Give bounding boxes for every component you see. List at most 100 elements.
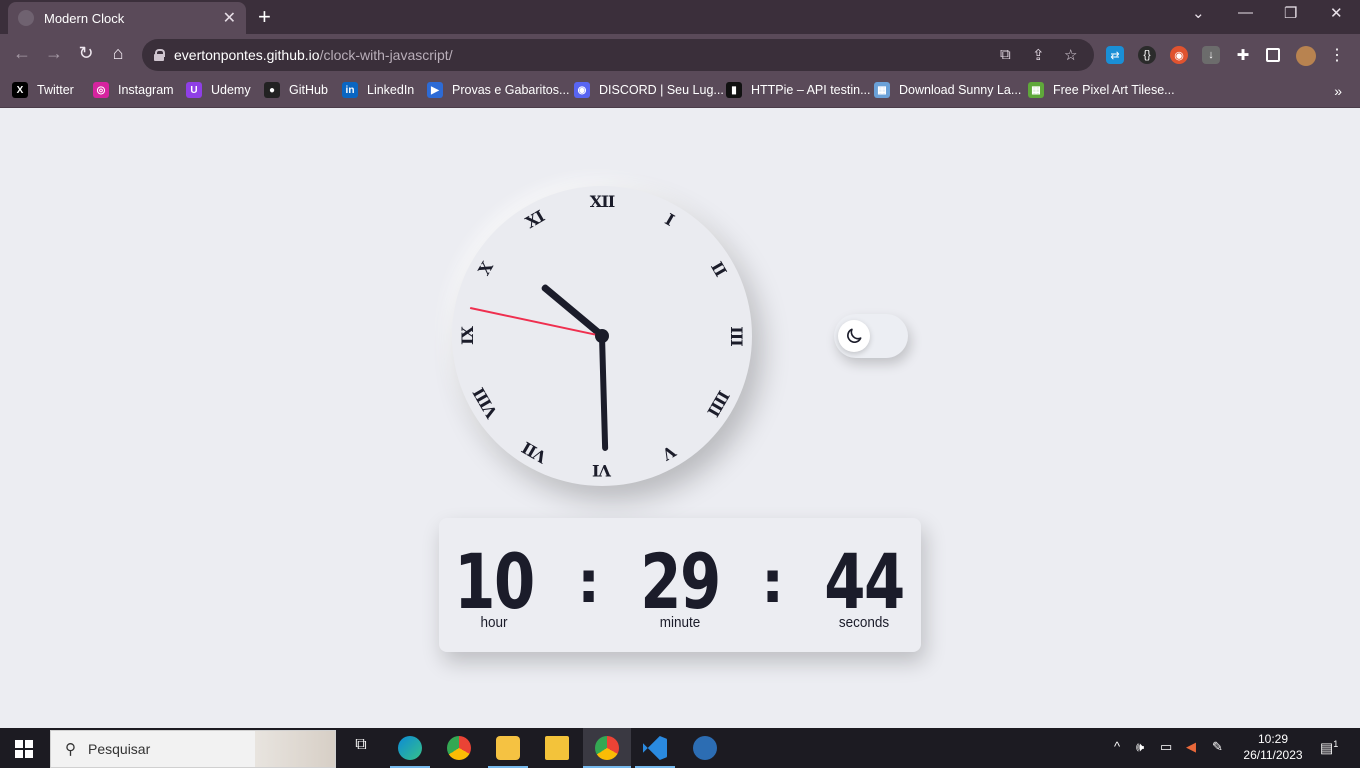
bookmark-label: GitHub: [289, 83, 328, 97]
share-icon[interactable]: ⇪: [1032, 46, 1045, 64]
bookmark-label: Twitter: [37, 83, 74, 97]
folder-icon[interactable]: [545, 736, 569, 760]
time-separator: :: [577, 548, 601, 616]
notification-count: 1: [1333, 739, 1339, 749]
sidepanel-icon[interactable]: [1266, 48, 1280, 62]
avatar[interactable]: [1296, 46, 1316, 66]
bookmark-label: Instagram: [118, 83, 174, 97]
bookmark-label: DISCORD | Seu Lug...: [599, 83, 724, 97]
page-content: XI X IX VIII VII VI V IIII III II I XII 10 hour : 2…: [0, 108, 1360, 728]
theme-toggle[interactable]: [834, 314, 908, 358]
extension-icon[interactable]: ◉: [1170, 46, 1188, 64]
seconds-group: 44 seconds: [809, 537, 919, 632]
address-bar[interactable]: evertonpontes.github.io/clock-with-javas…: [142, 39, 1094, 71]
globe-icon: [18, 10, 34, 26]
bookmark-icon: U: [186, 82, 202, 98]
restore-button[interactable]: ❐: [1284, 4, 1297, 22]
bookmarks-overflow-button[interactable]: »: [1334, 83, 1342, 99]
bookmark-item[interactable]: ◎ Instagram: [93, 82, 174, 98]
bookmark-item[interactable]: ▮ HTTPie – API testin...: [726, 82, 871, 98]
digital-clock: 10 hour : 29 minute : 44 seconds: [439, 518, 921, 652]
vscode-icon[interactable]: [643, 736, 667, 760]
seconds-label: seconds: [838, 614, 890, 631]
bookmark-item[interactable]: ▦ Free Pixel Art Tilese...: [1028, 82, 1175, 98]
tab-title: Modern Clock: [44, 10, 125, 26]
bookmark-item[interactable]: ▶ Provas e Gabaritos...: [427, 82, 569, 98]
extension-icon[interactable]: {}: [1138, 46, 1156, 64]
bookmark-icon: ◎: [93, 82, 109, 98]
hour-value: 10: [454, 537, 535, 626]
analog-clock: XI X IX VIII VII VI V IIII III II I XII: [452, 186, 752, 486]
download-icon[interactable]: ↓: [1202, 46, 1220, 64]
app-icon[interactable]: [693, 736, 717, 760]
chevron-up-icon[interactable]: ^: [1114, 739, 1120, 754]
bookmark-item[interactable]: ◉ DISCORD | Seu Lug...: [574, 82, 724, 98]
forward-button[interactable]: →: [42, 43, 66, 64]
close-tab-icon[interactable]: ✕: [223, 8, 236, 28]
bookmark-icon: ▦: [1028, 82, 1044, 98]
speaker-icon[interactable]: 🕪: [1136, 739, 1144, 755]
time-separator: :: [761, 548, 785, 616]
new-tab-button[interactable]: +: [258, 4, 271, 30]
bookmark-icon: in: [342, 82, 358, 98]
minimize-button[interactable]: —: [1238, 4, 1253, 21]
chrome-icon[interactable]: [447, 736, 471, 760]
bookmark-item[interactable]: ● GitHub: [264, 82, 328, 98]
windows-taskbar: ⚲ Pesquisar ⧉ ^ 🕪 ▭ ◀ ✎ 10:29 26/11/2023…: [0, 728, 1360, 768]
bookmark-label: Download Sunny La...: [899, 83, 1022, 97]
pen-icon[interactable]: ✎: [1212, 739, 1223, 755]
bookmark-label: Free Pixel Art Tilese...: [1053, 83, 1175, 97]
volume-icon[interactable]: ◀: [1186, 739, 1196, 755]
moon-icon: [838, 320, 870, 352]
chrome-profile-icon[interactable]: [595, 736, 619, 760]
numeral-text: XII: [589, 192, 615, 211]
system-date: 26/11/2023: [1243, 748, 1303, 762]
windows-start-icon[interactable]: [15, 740, 33, 758]
puzzle-icon[interactable]: ✚: [1234, 46, 1252, 64]
browser-toolbar: ← → ↻ ⌂ evertonpontes.github.io/clock-wi…: [0, 34, 1360, 76]
tab-search-icon[interactable]: ⌄: [1192, 4, 1205, 22]
bookmark-label: LinkedIn: [367, 83, 415, 97]
network-icon[interactable]: ▭: [1160, 739, 1172, 755]
minute-value: 29: [640, 537, 721, 626]
browser-tab-active[interactable]: Modern Clock ✕: [8, 2, 246, 34]
bookmarks-bar: » X Twitter ◎ Instagram U Udemy ● GitHub in Linke…: [0, 76, 1360, 108]
back-button[interactable]: ←: [10, 43, 34, 64]
bookmark-icon: ▮: [726, 82, 742, 98]
lock-icon[interactable]: [154, 49, 165, 61]
reload-button[interactable]: ↻: [74, 43, 98, 64]
minute-label: minute: [659, 614, 701, 631]
bookmark-item[interactable]: X Twitter: [12, 82, 74, 98]
bookmark-icon: ▶: [427, 82, 443, 98]
minute-group: 29 minute: [625, 537, 735, 632]
file-explorer-icon[interactable]: [496, 736, 520, 760]
bookmark-item[interactable]: U Udemy: [186, 82, 251, 98]
url-host: evertonpontes.github.io: [174, 47, 320, 63]
bookmark-star-icon[interactable]: ☆: [1064, 46, 1077, 64]
hour-group: 10 hour: [439, 537, 549, 632]
notification-icon[interactable]: ▤1: [1320, 739, 1338, 757]
bookmark-icon: ●: [264, 82, 280, 98]
task-view-icon[interactable]: ⧉: [349, 736, 373, 760]
close-window-button[interactable]: ✕: [1330, 4, 1343, 22]
taskbar-search-input[interactable]: ⚲ Pesquisar: [50, 730, 336, 768]
bookmark-label: Provas e Gabaritos...: [452, 83, 570, 97]
bookmark-label: Udemy: [211, 83, 251, 97]
translate-icon[interactable]: ⧉: [1000, 46, 1011, 63]
bookmark-item[interactable]: ▦ Download Sunny La...: [874, 82, 1021, 98]
hour-label: hour: [480, 614, 508, 631]
system-time: 10:29: [1257, 732, 1289, 746]
bookmark-item[interactable]: in LinkedIn: [342, 82, 414, 98]
bookmark-icon: ▦: [874, 82, 890, 98]
home-button[interactable]: ⌂: [106, 43, 130, 64]
menu-icon[interactable]: ⋮: [1328, 46, 1346, 64]
bookmark-label: HTTPie – API testin...: [751, 83, 871, 97]
search-placeholder: Pesquisar: [88, 741, 151, 757]
edge-icon[interactable]: [398, 736, 422, 760]
bookmark-icon: ◉: [574, 82, 590, 98]
system-clock[interactable]: 10:29 26/11/2023: [1238, 731, 1308, 763]
seconds-value: 44: [824, 537, 905, 626]
clock-center: [595, 329, 609, 343]
search-icon: ⚲: [65, 741, 76, 758]
extension-icon[interactable]: ⇄: [1106, 46, 1124, 64]
